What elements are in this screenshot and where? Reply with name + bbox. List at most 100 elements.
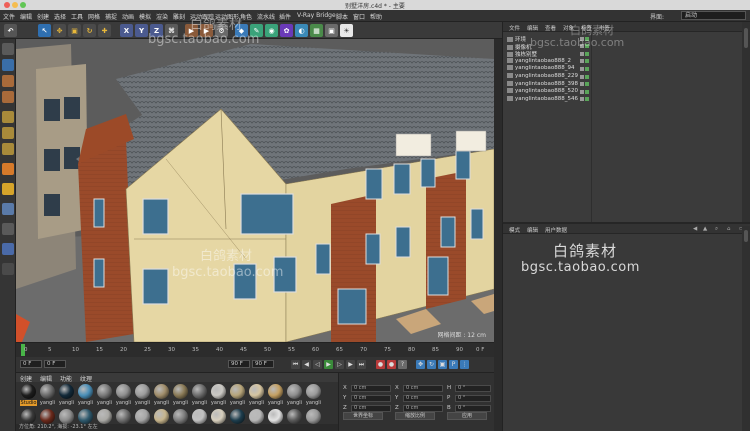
menu-render[interactable]: 渲染 — [156, 12, 168, 21]
object-row[interactable]: 独栋别墅 — [507, 50, 537, 58]
play-button[interactable]: ▶ — [324, 360, 333, 369]
material-swatch[interactable] — [268, 409, 283, 424]
attr-nav-up-icon[interactable]: ▲ — [703, 226, 707, 232]
material-name[interactable]: yangli — [115, 400, 132, 406]
material-name[interactable]: yangli — [77, 400, 94, 406]
material-name[interactable]: yangli — [134, 400, 151, 406]
menu-window[interactable]: 窗口 — [353, 12, 365, 21]
texture-mode-icon[interactable] — [2, 75, 14, 87]
object-row[interactable]: yanglintaobao888_229 — [507, 73, 578, 80]
material-swatch[interactable] — [97, 409, 112, 424]
goto-end-button[interactable]: ⏭ — [357, 360, 366, 369]
viewport-solo-icon[interactable] — [2, 203, 14, 215]
model-mode-icon[interactable] — [2, 59, 14, 71]
menu-vray-bridge[interactable]: V-Ray Bridge — [297, 12, 336, 19]
material-swatch[interactable] — [135, 409, 150, 424]
menu-help[interactable]: 帮助 — [370, 12, 382, 21]
material-swatch[interactable] — [249, 384, 264, 399]
move-icon[interactable]: ✥ — [53, 24, 66, 37]
material-swatch[interactable] — [230, 384, 245, 399]
key-param-icon[interactable]: P — [449, 360, 458, 369]
material-menu-edit[interactable]: 编辑 — [40, 374, 52, 383]
material-swatch[interactable] — [154, 384, 169, 399]
attr-nav-back-icon[interactable]: ◀ — [693, 226, 697, 232]
x-position-field[interactable]: 0 cm — [351, 385, 391, 392]
attribute-manager-scrollbar[interactable] — [742, 226, 750, 431]
material-swatch[interactable] — [287, 384, 302, 399]
attr-menu-mode[interactable]: 模式 — [509, 226, 520, 234]
end-frame-field[interactable]: 90 F — [252, 360, 274, 368]
material-name[interactable]: yangli — [248, 400, 265, 406]
menu-pipeline[interactable]: 流水线 — [257, 12, 275, 21]
material-swatch[interactable] — [21, 384, 36, 399]
visibility-flags[interactable] — [580, 65, 590, 72]
enabled-check-icon[interactable] — [585, 59, 589, 64]
material-swatch[interactable] — [40, 409, 55, 424]
layer-icon[interactable] — [580, 97, 584, 102]
x-size-field[interactable]: 0 cm — [403, 385, 443, 392]
subdivision-icon[interactable]: ◉ — [265, 24, 278, 37]
menu-edit[interactable]: 编辑 — [20, 12, 32, 21]
lock-workplane-icon[interactable] — [2, 263, 14, 275]
layer-icon[interactable] — [580, 59, 584, 64]
object-row[interactable]: yanglintaobao888_2 — [507, 57, 571, 65]
material-swatch[interactable] — [21, 409, 36, 424]
layer-icon[interactable] — [580, 89, 584, 94]
start-frame-field[interactable]: 0 F — [20, 360, 42, 368]
y-axis-toggle[interactable]: Y — [135, 24, 148, 37]
material-swatch[interactable] — [154, 409, 169, 424]
tweak-mode-icon[interactable] — [2, 183, 14, 195]
workplane-icon[interactable] — [2, 243, 14, 255]
autokey-button[interactable]: ● — [387, 360, 396, 369]
attr-menu-user-data[interactable]: 用户数据 — [545, 226, 567, 234]
key-pla-icon[interactable]: ⋮ — [460, 360, 469, 369]
visibility-flags[interactable] — [580, 96, 590, 103]
material-name[interactable]: yangli — [172, 400, 189, 406]
z-position-field[interactable]: 0 cm — [351, 405, 391, 412]
enable-axis-icon[interactable] — [2, 163, 14, 175]
menu-tools[interactable]: 工具 — [71, 12, 83, 21]
floor-icon[interactable]: ▦ — [310, 24, 323, 37]
material-swatch[interactable] — [192, 409, 207, 424]
menu-mesh[interactable]: 网格 — [88, 12, 100, 21]
menu-sculpt[interactable]: 雕刻 — [173, 12, 185, 21]
material-name[interactable]: yangli — [58, 400, 75, 406]
y-size-field[interactable]: 0 cm — [403, 395, 443, 402]
points-mode-icon[interactable] — [2, 111, 14, 123]
material-name[interactable]: yangli — [286, 400, 303, 406]
layer-icon[interactable] — [580, 74, 584, 79]
keyframe-selection-icon[interactable]: ? — [398, 360, 407, 369]
material-swatch[interactable] — [78, 409, 93, 424]
material-swatch[interactable] — [135, 384, 150, 399]
frame-ruler[interactable]: 0 5 10 15 20 25 30 35 40 45 50 55 60 65 … — [16, 343, 494, 357]
enabled-check-icon[interactable] — [585, 66, 589, 71]
x-axis-toggle[interactable]: X — [120, 24, 133, 37]
prev-frame-button[interactable]: ◁ — [313, 360, 322, 369]
coordinate-mode-dropdown[interactable]: 世界坐标 — [343, 412, 383, 420]
material-name[interactable]: yangli — [267, 400, 284, 406]
max-frame-field[interactable]: 90 F — [228, 360, 250, 368]
material-name[interactable]: yangli — [191, 400, 208, 406]
material-name[interactable]: yangli — [229, 400, 246, 406]
array-icon[interactable]: ✿ — [280, 24, 293, 37]
layer-icon[interactable] — [580, 82, 584, 87]
menu-create[interactable]: 创建 — [37, 12, 49, 21]
material-swatch[interactable] — [59, 409, 74, 424]
material-swatch[interactable] — [78, 384, 93, 399]
material-swatch[interactable] — [116, 384, 131, 399]
scrollbar-thumb[interactable] — [744, 28, 748, 48]
enabled-check-icon[interactable] — [585, 51, 589, 56]
layout-dropdown[interactable]: 启动 — [681, 11, 746, 20]
timeline[interactable]: 0 5 10 15 20 25 30 35 40 45 50 55 60 65 … — [16, 342, 494, 372]
y-position-field[interactable]: 0 cm — [351, 395, 391, 402]
material-swatch[interactable] — [230, 409, 245, 424]
live-select-icon[interactable]: ↖ — [38, 24, 51, 37]
material-menu-texture[interactable]: 纹理 — [80, 374, 92, 383]
deformer-icon[interactable]: ◐ — [295, 24, 308, 37]
light-icon[interactable]: ☀ — [340, 24, 353, 37]
recent-tool-icon[interactable]: ✚ — [98, 24, 111, 37]
material-swatch[interactable] — [268, 384, 283, 399]
record-button[interactable]: ● — [376, 360, 385, 369]
apply-button[interactable]: 应用 — [447, 412, 487, 420]
material-swatch[interactable] — [249, 409, 264, 424]
